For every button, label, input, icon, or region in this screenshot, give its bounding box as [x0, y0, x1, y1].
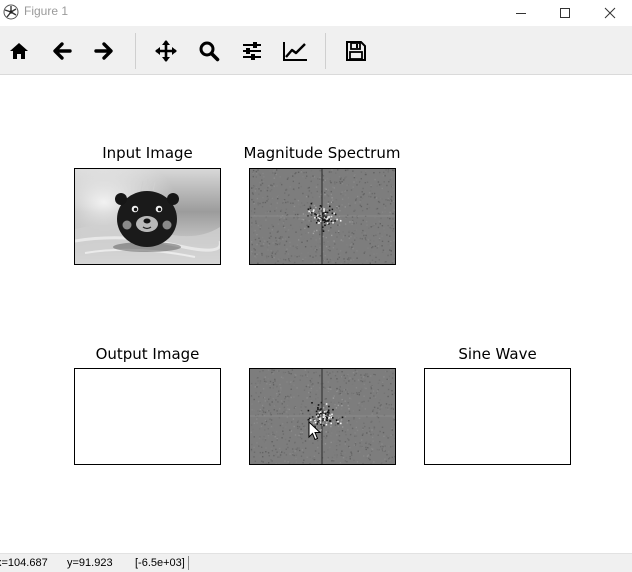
- minimize-icon: [516, 12, 526, 14]
- move-icon: [155, 40, 177, 62]
- pan-button[interactable]: [151, 36, 181, 66]
- forward-button[interactable]: [89, 36, 119, 66]
- axes-spectrum-2[interactable]: [249, 368, 396, 465]
- window-title: Figure 1: [24, 4, 69, 18]
- axes-sine-wave[interactable]: [424, 368, 571, 465]
- axes-output-image[interactable]: [74, 368, 221, 465]
- sliders-icon: [243, 42, 261, 60]
- toolbar-separator: [135, 33, 136, 69]
- magnitude-spectrum-image-2: [250, 369, 395, 464]
- save-icon: [346, 41, 366, 61]
- magnitude-spectrum-image: [250, 169, 395, 264]
- window-titlebar[interactable]: Figure 1: [0, 0, 632, 25]
- input-image-photo: [75, 169, 220, 264]
- maximize-button[interactable]: [542, 0, 588, 25]
- line-chart-icon: [283, 42, 307, 61]
- minimize-button[interactable]: [498, 0, 544, 25]
- axes-title-input-image: Input Image: [102, 144, 193, 162]
- axes-magnitude-spectrum[interactable]: [249, 168, 396, 265]
- axes-title-output-image: Output Image: [95, 345, 200, 363]
- status-separator: [188, 556, 189, 570]
- search-icon: [199, 41, 220, 62]
- mouse-cursor-icon: [308, 421, 322, 441]
- toolbar-separator: [325, 33, 326, 69]
- status-y-readout: y=91.923: [67, 557, 113, 569]
- configure-subplots-button[interactable]: [237, 36, 267, 66]
- home-icon: [10, 43, 28, 59]
- maximize-icon: [560, 7, 570, 18]
- edit-axis-button[interactable]: [280, 36, 310, 66]
- arrow-left-icon: [53, 42, 72, 60]
- home-button[interactable]: [4, 36, 34, 66]
- close-button[interactable]: [587, 0, 632, 25]
- axes-title-sine-wave: Sine Wave: [458, 345, 537, 363]
- status-x-readout: x=104.687: [0, 557, 48, 569]
- figure-canvas[interactable]: Input Image Magnitude Spectrum Output Im…: [0, 76, 632, 552]
- zoom-button[interactable]: [194, 36, 224, 66]
- back-button[interactable]: [47, 36, 77, 66]
- app-icon: [3, 4, 19, 20]
- axes-input-image[interactable]: [74, 168, 221, 265]
- axes-title-magnitude-spectrum: Magnitude Spectrum: [243, 144, 401, 162]
- save-button[interactable]: [341, 36, 371, 66]
- status-value-readout: [-6.5e+03]: [135, 557, 185, 569]
- navigation-toolbar: [0, 26, 632, 75]
- close-icon: [604, 7, 616, 18]
- status-bar: x=104.687 y=91.923 [-6.5e+03]: [0, 553, 632, 572]
- arrow-right-icon: [94, 42, 113, 60]
